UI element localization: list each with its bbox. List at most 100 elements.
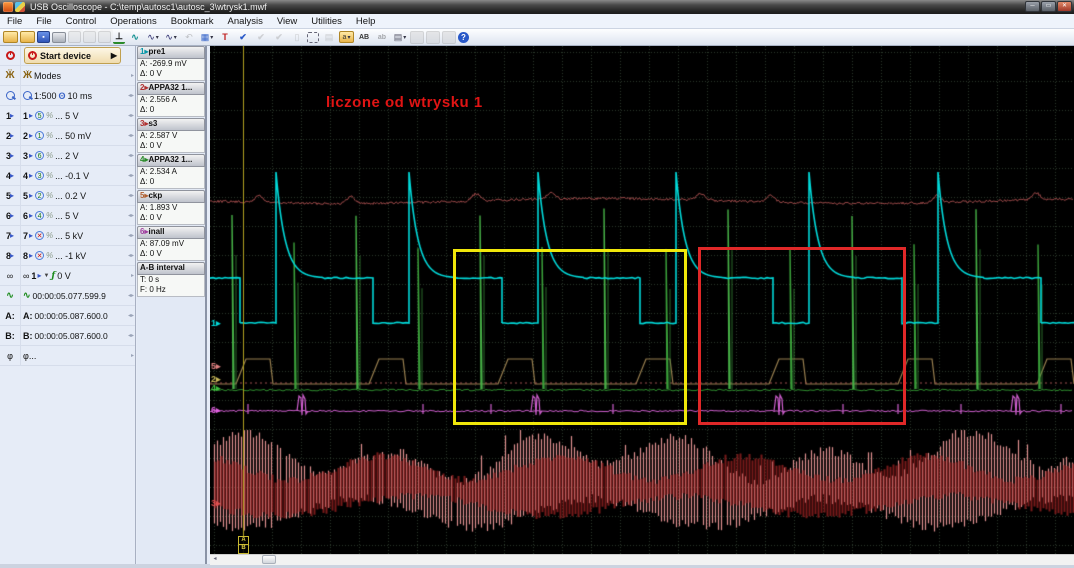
probe-select-icon[interactable]: ✕ xyxy=(35,231,45,240)
channel-range-value[interactable]: ... 5 kV xyxy=(55,231,83,241)
channel-info-header[interactable]: 1▸pre1 xyxy=(137,46,205,59)
open-recent-icon[interactable] xyxy=(20,31,35,43)
waveform-mode-icon[interactable]: ∿ ▾ xyxy=(145,31,161,44)
channel-6-row-spinner[interactable]: ◂▸ xyxy=(122,212,135,219)
probe-select-icon[interactable]: 2 xyxy=(35,191,45,200)
channel-range-value[interactable]: ... 0.2 V xyxy=(55,191,86,201)
channel-info-6: 6▸inall A: 87.09 mV Δ: 0 V xyxy=(137,226,205,261)
layers-icon: ▤ xyxy=(324,31,334,42)
trigger-row-spinner[interactable]: ▸ xyxy=(122,272,135,279)
channel-arrow-icon: ▸ xyxy=(29,211,34,220)
cursor-b-label[interactable]: B xyxy=(238,544,249,554)
view-grid-icon[interactable]: ▦ ▾ xyxy=(199,31,215,44)
menu-item-utilities[interactable]: Utilities xyxy=(304,16,349,27)
help-icon[interactable]: ? xyxy=(458,31,469,43)
channel-2-row-spinner[interactable]: ◂▸ xyxy=(122,132,135,139)
channel-info-header[interactable]: A-B interval xyxy=(137,262,205,275)
channel-7-row-mini-icon: 7 ▸ xyxy=(0,226,21,245)
channel-info-values: T: 0 s F: 0 Hz xyxy=(137,275,205,297)
probe-select-icon[interactable]: 6 xyxy=(35,151,45,160)
channel-info-header[interactable]: 2▸APPA32 1... xyxy=(137,82,205,95)
menu-item-file[interactable]: File xyxy=(0,16,29,27)
close-button[interactable]: ✕ xyxy=(1057,1,1072,12)
open-file-icon[interactable] xyxy=(3,31,18,43)
accept-all-icon: ✔ xyxy=(257,31,265,42)
channel-range-value[interactable]: ... 5 V xyxy=(55,211,79,221)
menu-item-analysis[interactable]: Analysis xyxy=(221,16,270,27)
trigger-level-value[interactable]: 0 V xyxy=(57,271,71,281)
channel-info-header[interactable]: 4▸APPA32 1... xyxy=(137,154,205,167)
probe-select-icon[interactable]: ✕ xyxy=(35,251,45,260)
dropdown-arrow-icon[interactable]: ▾ xyxy=(347,34,350,41)
select-region-icon[interactable] xyxy=(307,31,319,43)
dropdown-arrow-icon[interactable]: ▾ xyxy=(210,34,213,41)
probe-icon[interactable]: ∿ xyxy=(127,31,143,44)
channel-7-row-spinner[interactable]: ◂▸ xyxy=(122,232,135,239)
menu-item-operations[interactable]: Operations xyxy=(103,16,163,27)
menu-item-bookmark[interactable]: Bookmark xyxy=(164,16,221,27)
channel-arrow-icon: ▸ xyxy=(10,131,15,140)
channel-info-header[interactable]: 5▸ckp xyxy=(137,190,205,203)
report-icon: ▯ xyxy=(294,31,300,42)
channel-range-value[interactable]: ... 5 V xyxy=(55,111,79,121)
channel-4-row: 4 ▸ 4 ▸ 3%... -0.1 V ◂▸ xyxy=(0,166,135,186)
cursor-b-row-value[interactable]: 00:00:05.087.600.0 xyxy=(35,331,108,341)
record-time-row-spinner[interactable]: ◂▸ xyxy=(122,292,135,299)
pin-marker-icon[interactable]: T xyxy=(217,31,233,44)
menu-item-help[interactable]: Help xyxy=(349,16,383,27)
horizontal-scrollbar[interactable]: ◂ xyxy=(210,554,1074,565)
load-preset-icon[interactable]: a ▾ xyxy=(339,31,354,43)
zoom-value[interactable]: 1:500 xyxy=(34,91,57,101)
zoom-time-row: 1:500 ʘ 10 ms ◂▸ xyxy=(0,86,135,106)
channel-range-value[interactable]: ... 2 V xyxy=(55,151,79,161)
probe-select-icon[interactable]: 4 xyxy=(35,211,45,220)
measure-panel-icon[interactable]: ▤ ▾ xyxy=(392,31,408,44)
channel-range-value[interactable]: ... -1 kV xyxy=(55,251,86,261)
channel-arrow-icon: ▸ xyxy=(10,191,15,200)
text-label-icon[interactable]: AB xyxy=(356,31,372,44)
record-time-value[interactable]: 00:00:05.077.599.9 xyxy=(33,291,106,301)
probe-select-icon[interactable]: 5 xyxy=(35,111,45,120)
start-device-arrow-icon: ▶ xyxy=(110,51,117,60)
channel-range-value[interactable]: ... 50 mV xyxy=(55,131,91,141)
cursor-a-row-value[interactable]: 00:00:05.087.600.0 xyxy=(35,311,108,321)
print-icon[interactable] xyxy=(52,31,66,43)
phase-row-spinner[interactable]: ▸ xyxy=(122,352,135,359)
waveform-compare-icon[interactable]: ∿ ▾ xyxy=(163,31,179,44)
modes-label: Modes xyxy=(34,70,62,81)
channel-1-row-spinner[interactable]: ◂▸ xyxy=(122,112,135,119)
menu-item-file-2[interactable]: File xyxy=(29,16,58,27)
channel-5-row-spinner[interactable]: ◂▸ xyxy=(122,192,135,199)
single-pulse-icon[interactable]: ⊥ xyxy=(113,31,125,44)
scroll-left-arrow[interactable]: ◂ xyxy=(210,555,220,564)
channel-4-row-spinner[interactable]: ◂▸ xyxy=(122,172,135,179)
cursor-b-row-content: B: 00:00:05.087.600.0 xyxy=(21,331,122,341)
channel-range-value[interactable]: ... -0.1 V xyxy=(55,171,89,181)
accept-icon[interactable]: ✔ xyxy=(235,31,251,44)
dropdown-arrow-icon[interactable]: ▾ xyxy=(403,34,406,41)
restore-button[interactable]: ▭ xyxy=(1041,1,1056,12)
zoom-time-row-spinner[interactable]: ◂▸ xyxy=(122,92,135,99)
save-icon[interactable]: ▪ xyxy=(37,31,50,43)
channel-8-row-spinner[interactable]: ◂▸ xyxy=(122,252,135,259)
cursor-a-row-label: A: xyxy=(23,310,33,321)
channel-info-name: inall xyxy=(148,227,165,236)
scope-display[interactable]: liczone od wtrysku 1 AB ◂ xyxy=(210,46,1074,565)
probe-select-icon[interactable]: 1 xyxy=(35,131,45,140)
modes-row-spinner[interactable]: ▸ xyxy=(122,72,135,79)
channel-info-header[interactable]: 3▸s3 xyxy=(137,118,205,131)
dropdown-arrow-icon[interactable]: ▾ xyxy=(156,34,159,41)
sweep-time-value[interactable]: 10 ms xyxy=(68,91,93,101)
start-device-button[interactable]: Start device ▶ xyxy=(24,47,121,64)
dropdown-arrow-icon[interactable]: ▾ xyxy=(174,34,177,41)
probe-select-icon[interactable]: 3 xyxy=(35,171,45,180)
minimize-button[interactable]: ─ xyxy=(1025,1,1040,12)
channel-measurement: Δ: 0 V xyxy=(140,213,162,222)
menu-item-view[interactable]: View xyxy=(270,16,304,27)
channel-3-row-spinner[interactable]: ◂▸ xyxy=(122,152,135,159)
cursor-b-row-spinner[interactable]: ◂▸ xyxy=(122,332,135,339)
cursor-a-row-spinner[interactable]: ◂▸ xyxy=(122,312,135,319)
channel-info-header[interactable]: 6▸inall xyxy=(137,226,205,239)
menu-item-control[interactable]: Control xyxy=(59,16,104,27)
scroll-thumb[interactable] xyxy=(262,555,276,564)
